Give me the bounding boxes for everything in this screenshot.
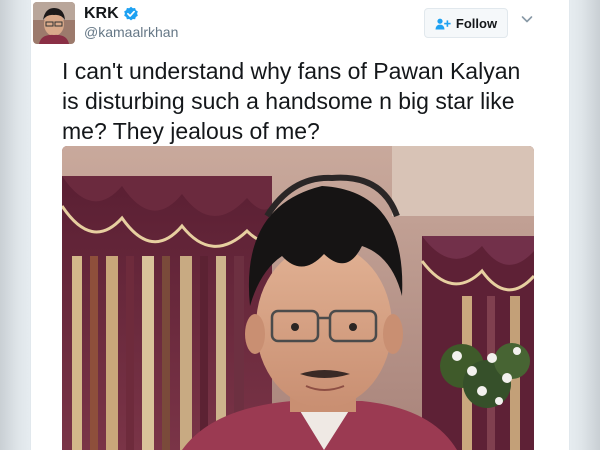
background-left-edge: [0, 0, 30, 450]
author-name-row: KRK: [84, 4, 139, 24]
avatar[interactable]: [33, 2, 75, 44]
verified-badge-icon: [123, 6, 139, 22]
avatar-photo: [33, 2, 75, 44]
follow-person-plus-icon: [435, 17, 451, 30]
selfie-image: [62, 146, 534, 450]
tweet-photo[interactable]: [62, 146, 534, 450]
follow-button-label: Follow: [455, 15, 498, 31]
background-right-edge: [570, 0, 600, 450]
author-display-name[interactable]: KRK: [84, 5, 119, 23]
follow-button[interactable]: Follow: [424, 8, 508, 38]
tweet-text: I can't understand why fans of Pawan Kal…: [62, 58, 521, 144]
chevron-down-icon[interactable]: [520, 12, 534, 26]
author-handle[interactable]: @kamaalrkhan: [84, 24, 178, 40]
